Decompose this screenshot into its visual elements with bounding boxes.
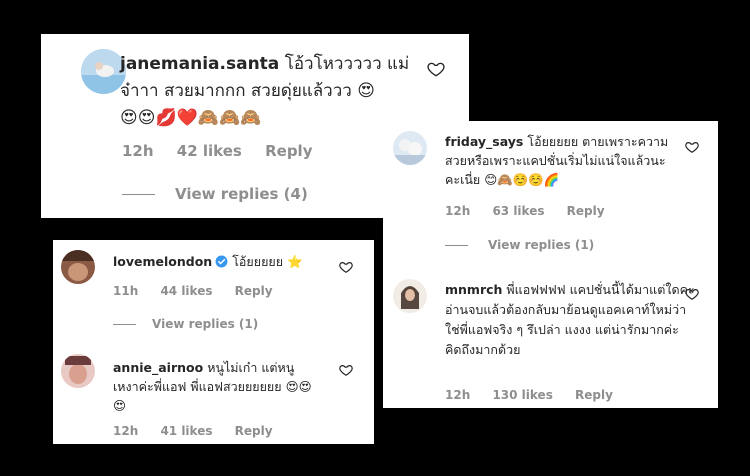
emoji: 😍 [357, 81, 375, 101]
emoji-line: 😍 [113, 398, 127, 413]
likes-count[interactable]: 44 likes [160, 284, 212, 298]
divider [122, 193, 155, 195]
comment-meta: 12h 130 likes Reply [445, 388, 631, 402]
reply-button[interactable]: Reply [235, 424, 273, 438]
like-heart-icon[interactable] [339, 363, 353, 377]
likes-count[interactable]: 130 likes [492, 388, 552, 402]
comment-meta: 12h 63 likes Reply [445, 204, 623, 218]
avatar[interactable] [61, 354, 95, 388]
username[interactable]: mnmrch [445, 282, 502, 297]
timestamp: 12h [122, 142, 154, 160]
emoji: ⭐ [287, 254, 303, 269]
verified-badge-icon [215, 255, 228, 268]
avatar[interactable] [393, 279, 427, 313]
username[interactable]: lovemelondon [113, 254, 212, 269]
timestamp: 12h [445, 388, 471, 402]
like-heart-icon[interactable] [685, 140, 699, 154]
avatar-photo [393, 279, 427, 313]
comment-text: mnmrch พี่แอฟฟฟฟ แคปชั่นนี้ได้มาแต่ใดคะ … [445, 280, 700, 360]
divider [113, 323, 136, 325]
comment-card: friday_says โอ้ยยยยย ตายเพราะความสวยหรือ… [383, 121, 718, 408]
comment-text: janemania.santa โอ้วโหววววว แม่จ๋าาา สวย… [120, 51, 410, 132]
comment-text: friday_says โอ้ยยยยย ตายเพราะความสวยหรือ… [445, 132, 685, 189]
comment-text: annie_airnoo หนูไม่เก๋า แต่หนูเหงาค่ะพี่… [113, 358, 313, 415]
timestamp: 11h [113, 284, 139, 298]
avatar-photo [393, 131, 427, 165]
emoji: 😍😍 [285, 379, 312, 394]
view-replies-button[interactable]: View replies (1) [445, 238, 594, 252]
avatar-photo [61, 250, 95, 284]
avatar[interactable] [61, 250, 95, 284]
comment-card: lovemelondon โอ้ยยยยย ⭐ 11h 44 likes Rep… [53, 240, 374, 444]
reply-button[interactable]: Reply [575, 388, 613, 402]
username[interactable]: friday_says [445, 134, 523, 149]
likes-count[interactable]: 63 likes [492, 204, 544, 218]
avatar-photo [61, 354, 95, 388]
reply-button[interactable]: Reply [567, 204, 605, 218]
timestamp: 12h [113, 424, 139, 438]
comment-body: โอ้ยยยยย [232, 254, 284, 269]
username[interactable]: janemania.santa [120, 54, 279, 74]
like-heart-icon[interactable] [427, 60, 445, 78]
view-replies-label[interactable]: View replies (1) [152, 317, 258, 331]
avatar[interactable] [393, 131, 427, 165]
username[interactable]: annie_airnoo [113, 360, 203, 375]
reply-button[interactable]: Reply [235, 284, 273, 298]
comment-meta: 12h 42 likes Reply [122, 142, 330, 160]
comment-text: lovemelondon โอ้ยยยยย ⭐ [113, 254, 353, 271]
like-heart-icon[interactable] [339, 260, 353, 274]
view-replies-button[interactable]: View replies (1) [113, 317, 258, 331]
emoji: 😊🙈☺️☺️🌈 [484, 172, 560, 187]
comment-meta: 12h 41 likes Reply [113, 424, 291, 438]
likes-count[interactable]: 41 likes [160, 424, 212, 438]
divider [445, 244, 468, 246]
likes-count[interactable]: 42 likes [177, 142, 242, 160]
view-replies-button[interactable]: View replies (4) [122, 185, 308, 203]
comment-meta: 11h 44 likes Reply [113, 284, 291, 298]
reply-button[interactable]: Reply [265, 142, 312, 160]
view-replies-label[interactable]: View replies (4) [175, 185, 308, 203]
view-replies-label[interactable]: View replies (1) [488, 238, 594, 252]
emoji-line: 😍😍💋❤️🙈🙈🙈 [120, 108, 262, 128]
like-heart-icon[interactable] [685, 287, 699, 301]
timestamp: 12h [445, 204, 471, 218]
